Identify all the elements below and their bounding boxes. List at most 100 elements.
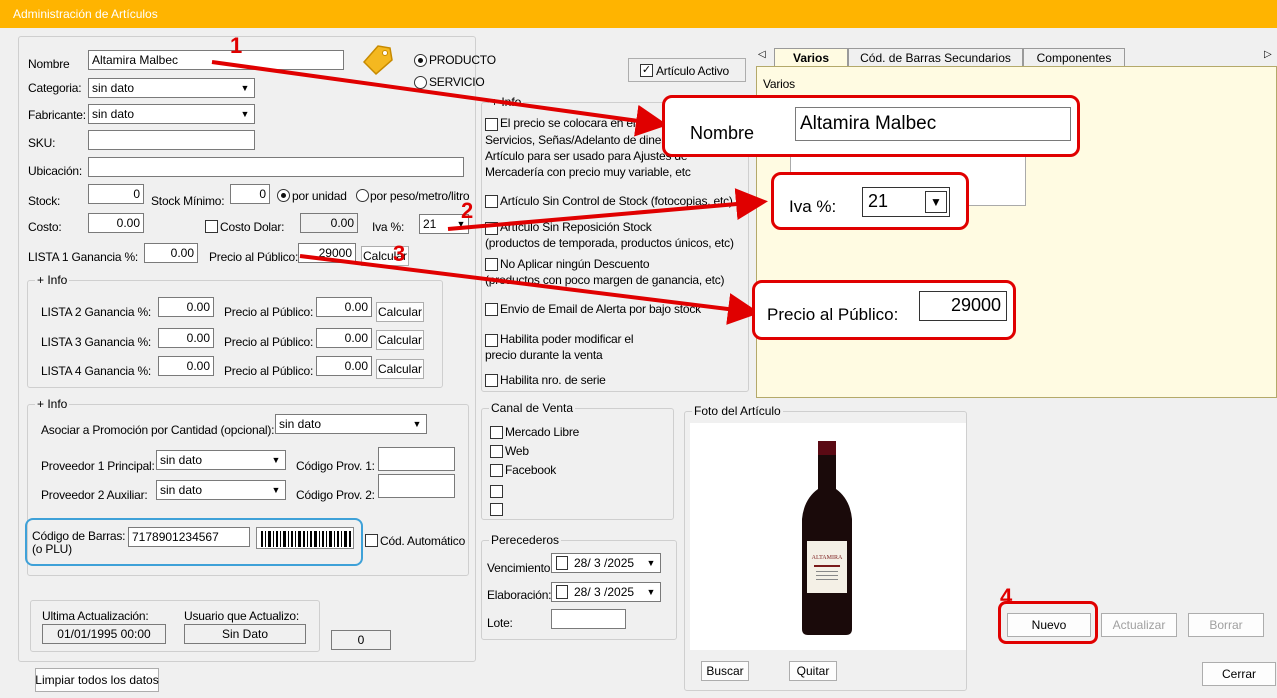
precio2-label: Precio al Público:: [224, 305, 314, 319]
tab-scroll-right-icon[interactable]: ▷: [1264, 49, 1272, 60]
lote-input[interactable]: [551, 609, 626, 629]
precio-publico-input[interactable]: 29000: [298, 243, 356, 263]
elaboracion-value: 28/ 3 /2025: [574, 585, 635, 599]
canal-extra1-checkbox[interactable]: [490, 485, 503, 498]
canal-venta-title: Canal de Venta: [489, 401, 576, 415]
articulo-activo-checkbox[interactable]: ✓: [640, 64, 653, 77]
servicio-radio[interactable]: [414, 76, 427, 89]
annotation-number-2: 2: [461, 198, 474, 223]
lista3-label: LISTA 3 Ganancia %:: [41, 335, 152, 349]
canal-extra2-checkbox[interactable]: [490, 503, 503, 516]
nombre-input[interactable]: Altamira Malbec: [88, 50, 344, 70]
canal-web-checkbox[interactable]: [490, 445, 503, 458]
stock-minimo-input[interactable]: 0: [230, 184, 270, 204]
option-nro-serie-checkbox[interactable]: [485, 374, 498, 387]
tab-varios[interactable]: Varios: [774, 48, 848, 67]
barcode-icon: [256, 527, 354, 549]
option-sin-reposicion-line1: Artículo Sin Reposición Stock: [500, 220, 652, 234]
promo-label: Asociar a Promoción por Cantidad (opcion…: [41, 423, 275, 437]
option-precio-checkbox[interactable]: [485, 118, 498, 131]
borrar-button[interactable]: Borrar: [1188, 613, 1264, 637]
precio4-input[interactable]: 0.00: [316, 356, 372, 376]
elaboracion-label: Elaboración:: [487, 588, 552, 602]
precio2-input[interactable]: 0.00: [316, 297, 372, 317]
elaboracion-checkbox[interactable]: [556, 585, 568, 599]
costo-input[interactable]: 0.00: [88, 213, 144, 233]
canal-web-label: Web: [505, 444, 529, 458]
prov1-label: Proveedor 1 Principal:: [41, 459, 155, 473]
promo-value: sin dato: [279, 417, 322, 431]
codprov2-input[interactable]: [378, 474, 455, 498]
option-sin-control-label: Artículo Sin Control de Stock (fotocopia…: [500, 194, 733, 208]
costo-dolar-input[interactable]: 0.00: [300, 213, 358, 233]
iva-label: Iva %:: [372, 220, 405, 234]
option-no-descuento-line1: No Aplicar ningún Descuento: [500, 257, 650, 271]
canal-mercado-libre-label: Mercado Libre: [505, 425, 580, 439]
options-group-title: + Info: [489, 95, 524, 109]
tab-scroll-left-icon[interactable]: ◁: [758, 49, 766, 60]
ubicacion-label: Ubicación:: [28, 164, 83, 178]
lista1-label: LISTA 1 Ganancia %:: [28, 250, 139, 264]
tab-componentes[interactable]: Componentes: [1023, 48, 1125, 66]
canal-facebook-label: Facebook: [505, 463, 557, 477]
lista4-label: LISTA 4 Ganancia %:: [41, 364, 152, 378]
costo-dolar-checkbox[interactable]: [205, 220, 218, 233]
callout-precio-input: 29000: [919, 291, 1007, 321]
lista4-input[interactable]: 0.00: [158, 356, 214, 376]
precio4-label: Precio al Público:: [224, 364, 314, 378]
option-no-descuento-checkbox[interactable]: [485, 258, 498, 271]
calcular2-button[interactable]: Calcular: [376, 302, 424, 322]
limpiar-button[interactable]: Limpiar todos los datos: [35, 668, 159, 692]
tab-codigos-secundarios[interactable]: Cód. de Barras Secundarios: [848, 48, 1023, 66]
fabricante-select[interactable]: sin dato ▼: [88, 104, 255, 124]
canal-facebook-checkbox[interactable]: [490, 464, 503, 477]
buscar-button[interactable]: Buscar: [701, 661, 749, 681]
option-sin-reposicion-checkbox[interactable]: [485, 222, 498, 235]
perecederos-title: Perecederos: [489, 533, 562, 547]
lista2-input[interactable]: 0.00: [158, 297, 214, 317]
lista1-input[interactable]: 0.00: [144, 243, 198, 263]
cod-automatico-checkbox[interactable]: [365, 534, 378, 547]
producto-radio[interactable]: [414, 54, 427, 67]
ultima-actualizacion-value: 01/01/1995 00:00: [42, 624, 166, 644]
sku-input[interactable]: [88, 130, 255, 150]
barcode-input[interactable]: 7178901234567: [128, 527, 250, 547]
window-title-bar: Administración de Artículos: [0, 0, 1277, 28]
precio3-input[interactable]: 0.00: [316, 328, 372, 348]
lista3-input[interactable]: 0.00: [158, 328, 214, 348]
option-modificar-precio-checkbox[interactable]: [485, 334, 498, 347]
actualizar-button[interactable]: Actualizar: [1101, 613, 1177, 637]
por-peso-radio[interactable]: [356, 189, 369, 202]
elaboracion-datepicker[interactable]: 28/ 3 /2025 ▼: [551, 582, 661, 602]
option-no-descuento-line2: (productos con poco margen de ganancia, …: [485, 273, 725, 287]
lista2-label: LISTA 2 Ganancia %:: [41, 305, 152, 319]
vencimiento-checkbox[interactable]: [556, 556, 568, 570]
prov1-select[interactable]: sin dato ▼: [156, 450, 286, 470]
cerrar-button[interactable]: Cerrar: [1202, 662, 1276, 686]
stock-input[interactable]: 0: [88, 184, 144, 204]
callout-nuevo-highlight: [998, 601, 1098, 644]
prov2-select[interactable]: sin dato ▼: [156, 480, 286, 500]
iva-value: 21: [423, 217, 437, 231]
calcular4-button[interactable]: Calcular: [376, 359, 424, 379]
ubicacion-input[interactable]: [88, 157, 464, 177]
calcular3-button[interactable]: Calcular: [376, 330, 424, 350]
vencimiento-datepicker[interactable]: 28/ 3 /2025 ▼: [551, 553, 661, 573]
callout-iva-label: Iva %:: [789, 197, 837, 216]
por-unidad-radio[interactable]: [277, 189, 290, 202]
prov1-value: sin dato: [160, 453, 203, 467]
canal-mercado-libre-checkbox[interactable]: [490, 426, 503, 439]
stock-minimo-label: Stock Mínimo:: [151, 194, 225, 208]
usuario-value: Sin Dato: [184, 624, 306, 644]
quitar-button[interactable]: Quitar: [789, 661, 837, 681]
option-sin-control-checkbox[interactable]: [485, 195, 498, 208]
promo-select[interactable]: sin dato ▼: [275, 414, 427, 434]
categoria-select[interactable]: sin dato ▼: [88, 78, 255, 98]
codprov1-input[interactable]: [378, 447, 455, 471]
vencimiento-value: 28/ 3 /2025: [574, 556, 635, 570]
articulo-activo-label: Artículo Activo: [656, 64, 730, 78]
option-email-alerta-checkbox[interactable]: [485, 303, 498, 316]
fabricante-label: Fabricante:: [28, 108, 86, 122]
tag-icon: [360, 40, 396, 76]
annotation-number-3: 3: [393, 241, 406, 266]
